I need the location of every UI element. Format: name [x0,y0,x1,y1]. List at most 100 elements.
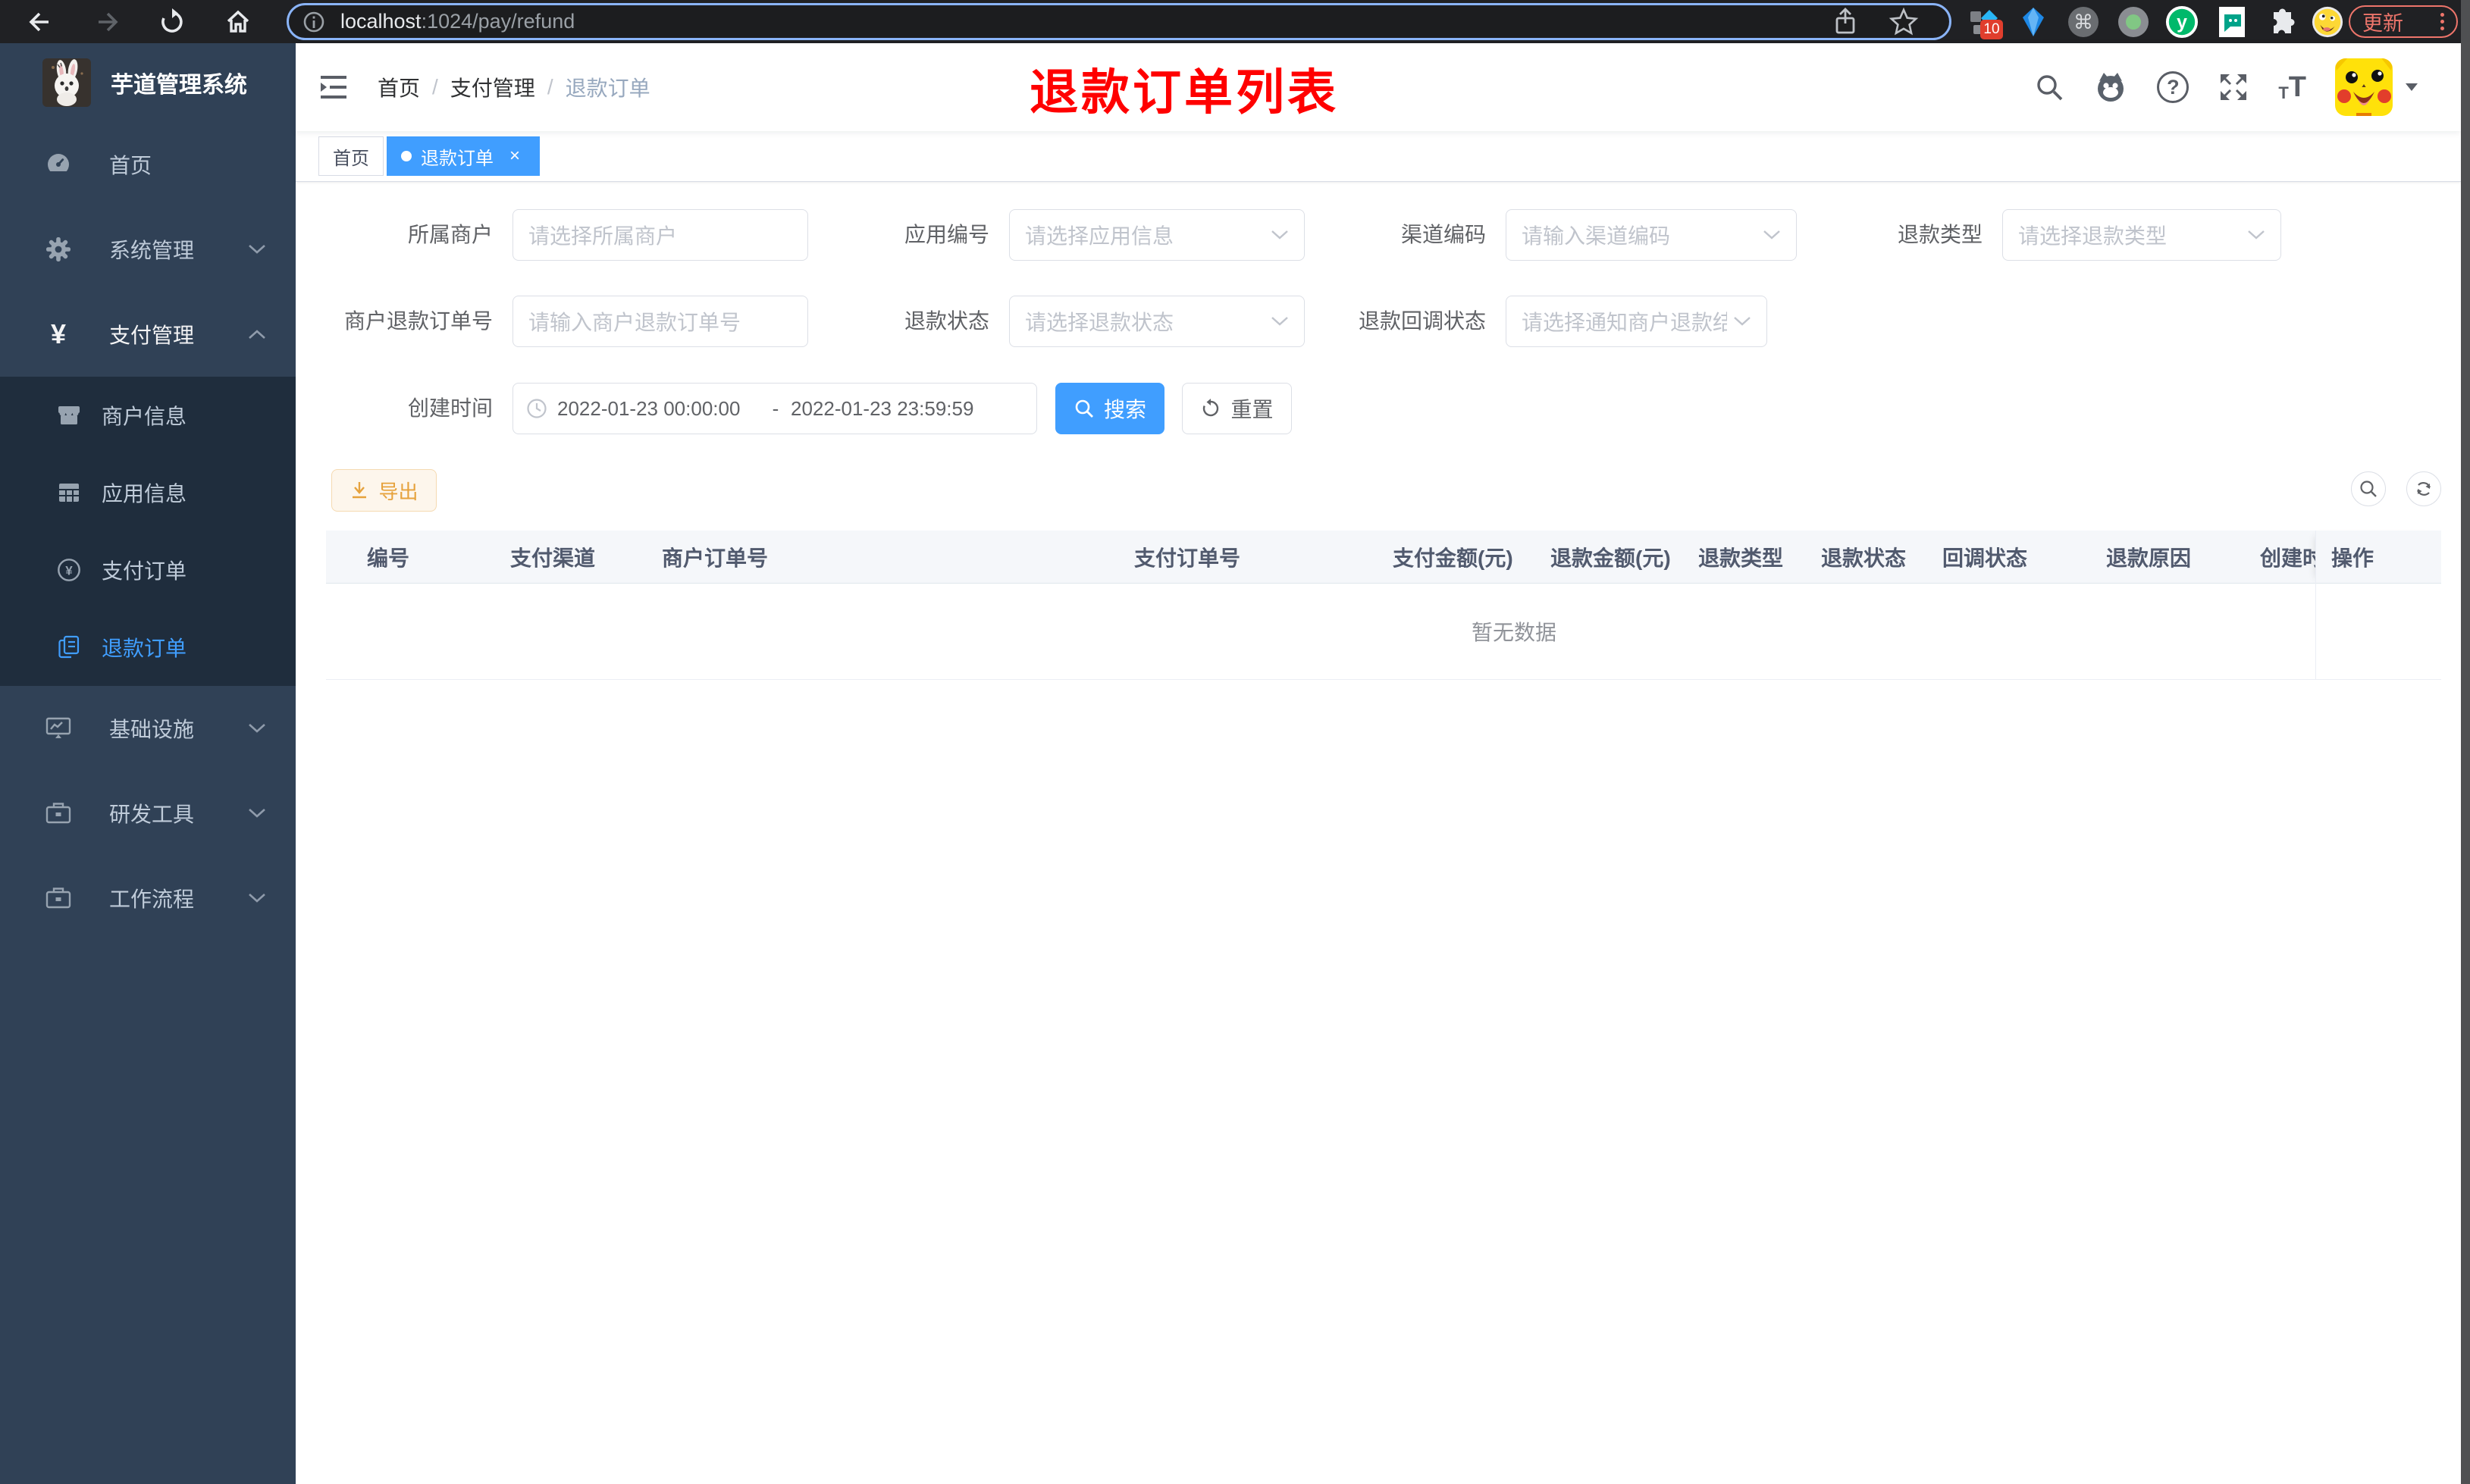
site-info-icon[interactable] [301,9,327,35]
sidebar-item-home[interactable]: 首页 [0,122,296,207]
sidebar-item-infra[interactable]: 基础设施 [0,686,296,771]
chevron-down-icon [1271,316,1289,327]
refresh-icon [1200,398,1221,419]
sidebar-item-label: 应用信息 [102,482,187,506]
extensions-puzzle-icon[interactable] [2264,5,2297,39]
filter-label-refund-type: 退款类型 [1897,223,1983,246]
chevron-down-icon [247,722,267,734]
date-start-value[interactable]: 2022-01-23 00:00:00 [557,397,760,421]
header-search-icon[interactable] [2034,72,2064,102]
avatar[interactable] [2335,58,2393,116]
yen-icon: ¥ [50,318,67,349]
sidebar-item-pay-order[interactable]: ¥ 支付订单 [0,531,296,609]
extension-command-icon[interactable]: ⌘ [2067,5,2100,39]
download-icon [349,481,369,500]
browser-chrome: localhost:1024/pay/refund 10 ⌘ y 更新 [0,0,2470,43]
extension-chat-icon[interactable] [2215,5,2249,39]
monitor-chart-icon [44,715,73,742]
extension-gem-icon[interactable] [2017,5,2050,39]
github-icon[interactable] [2093,70,2128,104]
sidebar-item-label: 研发工具 [109,803,195,826]
address-bar[interactable]: localhost:1024/pay/refund [287,3,1951,40]
browser-update-button[interactable]: 更新 [2349,5,2458,38]
col-merchant-order-no: 商户订单号 [662,546,769,570]
create-time-range-picker[interactable]: 2022-01-23 00:00:00 - 2022-01-23 23:59:5… [512,383,1037,434]
notify-status-select[interactable]: 请选择通知商户退款结果的 [1506,296,1767,347]
col-pay-channel: 支付渠道 [510,546,596,570]
export-button[interactable]: 导出 [331,469,437,512]
chevron-down-icon [1733,316,1751,327]
user-menu[interactable] [2335,58,2418,116]
font-size-icon[interactable]: TT [2278,73,2306,102]
col-refund-type: 退款类型 [1698,546,1784,570]
sidebar-item-app-info[interactable]: 应用信息 [0,454,296,531]
tag-home[interactable]: 首页 [318,136,384,176]
page-annotation-title: 退款订单列表 [1030,65,1339,120]
extension-record-icon[interactable] [2117,5,2150,39]
col-callback-status: 回调状态 [1942,546,2028,570]
app-title: 芋道管理系统 [111,73,247,98]
active-tag-dot [401,151,412,161]
sidebar-item-pay[interactable]: ¥ 支付管理 [0,292,296,377]
sidebar-item-merchant-info[interactable]: 商户信息 [0,377,296,454]
filter-label-channel: 渠道编码 [1400,223,1486,246]
col-id: 编号 [367,546,410,570]
col-refund-status: 退款状态 [1821,546,1907,570]
reset-button[interactable]: 重置 [1182,383,1292,434]
refund-type-select[interactable]: 请选择退款类型 [2002,209,2281,261]
browser-menu-icon[interactable] [2440,13,2444,30]
breadcrumb-pay[interactable]: 支付管理 [450,72,535,102]
fullscreen-icon[interactable] [2218,71,2249,103]
browser-forward-button[interactable] [91,6,123,38]
sidebar-item-system[interactable]: 系统管理 [0,207,296,292]
share-icon[interactable] [1831,7,1860,37]
help-icon[interactable]: ? [2157,71,2189,103]
date-end-value[interactable]: 2022-01-23 23:59:59 [791,397,986,421]
chevron-down-icon [247,243,267,255]
chevron-down-icon [1271,230,1289,240]
sidebar: 芋道管理系统 首页 系统管理 ¥ 支付管理 商户信息 应用信息 ¥ 支付订单 退… [0,43,296,1484]
col-actions: 操作 [2315,530,2441,584]
sidebar-collapse-icon[interactable] [318,72,349,102]
toggle-search-button[interactable] [2351,471,2386,506]
extension-y-icon[interactable]: y [2165,5,2199,39]
tag-close-icon[interactable]: × [504,146,525,167]
svg-text:¥: ¥ [65,564,73,578]
bookmark-star-icon[interactable] [1889,7,1919,37]
refresh-table-button[interactable] [2406,471,2441,506]
channel-select[interactable]: 请输入渠道编码 [1506,209,1797,261]
tag-refund-order[interactable]: 退款订单 × [387,136,540,176]
browser-reload-button[interactable] [156,6,188,38]
app-select[interactable]: 请选择应用信息 [1009,209,1305,261]
app-logo[interactable]: 芋道管理系统 [0,43,296,122]
breadcrumb-current: 退款订单 [565,77,650,100]
sidebar-item-label: 基础设施 [109,718,195,741]
breadcrumb: 首页 / 支付管理 / 退款订单 [378,43,650,131]
merchant-select[interactable]: 请选择所属商户 [512,209,808,261]
sidebar-item-label: 首页 [109,154,152,177]
briefcase-icon [44,884,73,912]
window-scrollbar[interactable] [2461,0,2470,1484]
sidebar-item-label: 退款订单 [102,637,187,660]
fixed-column-divider [2315,584,2316,680]
sidebar-item-dev-tools[interactable]: 研发工具 [0,771,296,856]
browser-home-button[interactable] [222,6,254,38]
sidebar-item-refund-order[interactable]: 退款订单 [0,609,296,686]
gear-icon [44,236,73,263]
browser-back-button[interactable] [24,6,56,38]
chevron-up-icon [247,328,267,340]
breadcrumb-home[interactable]: 首页 [378,72,420,102]
shop-icon [56,402,82,428]
sidebar-item-label: 系统管理 [109,239,195,262]
search-button[interactable]: 搜索 [1055,383,1164,434]
refund-status-select[interactable]: 请选择退款状态 [1009,296,1305,347]
filter-label-refund-status: 退款状态 [904,309,989,333]
col-pay-amount: 支付金额(元) [1393,546,1513,570]
merchant-refund-no-input[interactable]: 请输入商户退款订单号 [512,296,808,347]
profile-emoji-icon[interactable] [2311,5,2344,39]
sidebar-item-workflow[interactable]: 工作流程 [0,856,296,941]
table-empty-row: 暂无数据 [326,584,2441,680]
col-create-time: 创建时间 [2260,546,2315,570]
col-pay-order-no: 支付订单号 [1134,546,1241,570]
svg-text:y: y [2177,12,2187,33]
